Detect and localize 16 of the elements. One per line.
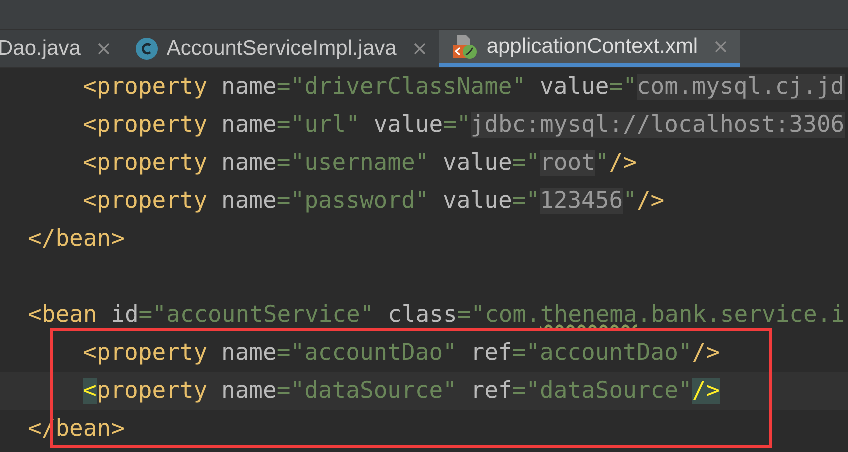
code-line: <property name="accountDao" ref="accountDao"/>	[83, 340, 720, 366]
editor-tab[interactable]: applicationContext.xml	[438, 30, 740, 67]
code-line: <property name="url" value="jdbc:mysql://localhost:3306	[83, 112, 845, 138]
close-icon[interactable]	[96, 42, 111, 56]
code-line: </bean>	[28, 226, 125, 252]
editor-tab[interactable]: Dao.java	[0, 30, 123, 67]
class-file-icon	[134, 36, 159, 60]
xml-leaf-file-icon	[450, 34, 479, 60]
code-line: <bean id="accountService" class="com.thenema.bank.service.i	[28, 302, 846, 328]
editor-tab[interactable]: AccountServiceImpl.java	[122, 30, 439, 67]
code-line: <property name="driverClassName" value="com.mysql.cj.jd	[83, 74, 845, 100]
code-line: <property name="dataSource" ref="dataSource"/>	[83, 378, 720, 404]
code-line: <property name="password" value="123456"/>	[83, 188, 665, 214]
close-icon[interactable]	[412, 42, 427, 56]
close-icon[interactable]	[714, 40, 728, 54]
code-line: <property name="username" value="root"/>	[83, 150, 637, 176]
